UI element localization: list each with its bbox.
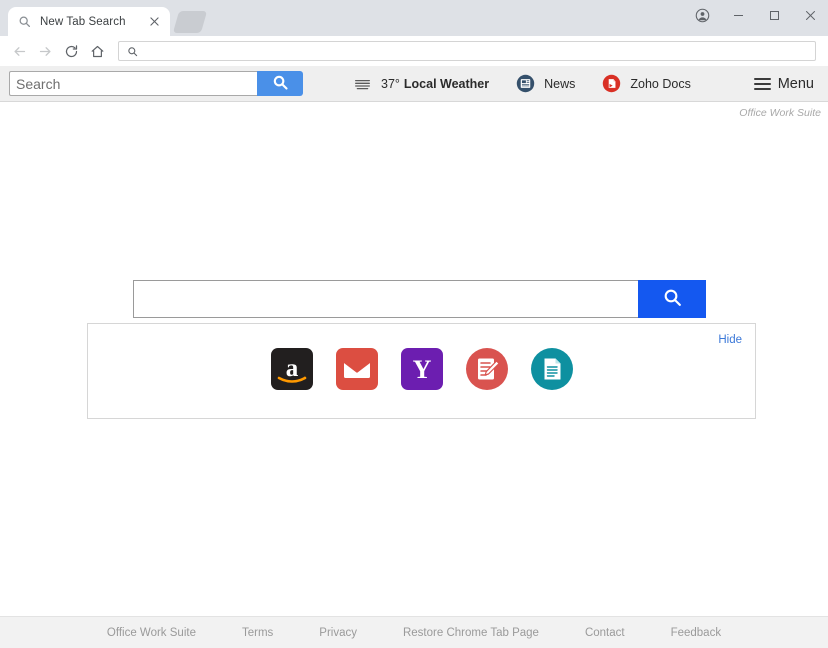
navigation-toolbar bbox=[0, 36, 828, 66]
news-icon bbox=[515, 74, 535, 94]
footer-link-terms[interactable]: Terms bbox=[219, 627, 296, 639]
maximize-icon[interactable] bbox=[756, 0, 792, 30]
hamburger-menu-icon bbox=[753, 75, 771, 92]
zoho-docs-icon bbox=[601, 74, 621, 94]
profile-icon[interactable] bbox=[684, 0, 720, 30]
toolbar-menu-label: Menu bbox=[777, 75, 814, 92]
back-arrow-icon[interactable] bbox=[6, 38, 32, 64]
browser-tab-new-tab-search[interactable]: New Tab Search bbox=[8, 7, 170, 36]
search-icon bbox=[662, 287, 683, 311]
page-footer: Office Work Suite Terms Privacy Restore … bbox=[0, 616, 828, 648]
search-icon bbox=[125, 46, 139, 57]
toolbar-link-news[interactable]: News bbox=[502, 66, 588, 102]
extension-toolbar: 37° Local Weather News bbox=[0, 66, 828, 102]
home-icon[interactable] bbox=[84, 38, 110, 64]
new-tab-page: Office Work Suite Hide a Y Office Work S… bbox=[0, 102, 828, 648]
toolbar-link-local-weather[interactable]: 37° Local Weather bbox=[339, 66, 502, 102]
shortcut-yahoo[interactable]: Y bbox=[400, 347, 443, 395]
svg-text:a: a bbox=[285, 355, 298, 382]
footer-link-feedback[interactable]: Feedback bbox=[648, 627, 745, 639]
shortcut-notepad[interactable] bbox=[465, 347, 508, 395]
forward-arrow-icon[interactable] bbox=[32, 38, 58, 64]
close-icon[interactable] bbox=[146, 14, 162, 30]
yahoo-icon: Y bbox=[400, 347, 443, 395]
shortcuts-row: a Y bbox=[88, 347, 755, 395]
new-tab-icon[interactable] bbox=[172, 11, 208, 33]
amazon-icon: a bbox=[270, 347, 313, 395]
minimize-icon[interactable] bbox=[720, 0, 756, 30]
window-controls bbox=[684, 0, 828, 30]
toolbar-link-label: Zoho Docs bbox=[630, 76, 691, 91]
shortcut-documents[interactable] bbox=[530, 347, 573, 395]
toolbar-search-input[interactable] bbox=[9, 71, 257, 96]
toolbar-search-button[interactable] bbox=[257, 71, 303, 96]
weather-temperature: 37° bbox=[381, 76, 400, 91]
toolbar-link-label: Local Weather bbox=[403, 76, 490, 91]
footer-link-office-work-suite[interactable]: Office Work Suite bbox=[84, 627, 219, 639]
close-icon[interactable] bbox=[792, 0, 828, 30]
reload-icon[interactable] bbox=[58, 38, 84, 64]
toolbar-menu-button[interactable]: Menu bbox=[753, 75, 814, 92]
hide-shortcuts-link[interactable]: Hide bbox=[718, 334, 742, 346]
red-notepad-icon bbox=[465, 347, 508, 395]
address-bar[interactable] bbox=[118, 41, 816, 61]
footer-link-privacy[interactable]: Privacy bbox=[296, 627, 380, 639]
tab-strip: New Tab Search bbox=[0, 0, 828, 36]
teal-document-icon bbox=[530, 347, 573, 395]
tab-title: New Tab Search bbox=[40, 15, 126, 28]
toolbar-search-group bbox=[9, 71, 303, 96]
main-search-group bbox=[133, 280, 706, 318]
shortcuts-panel: Hide a Y bbox=[87, 323, 756, 419]
search-icon bbox=[16, 14, 32, 30]
search-icon bbox=[272, 74, 289, 94]
browser-window: New Tab Search Search 37° Local Weather … bbox=[0, 0, 828, 648]
gmail-icon bbox=[335, 347, 378, 395]
main-search-input[interactable] bbox=[133, 280, 638, 318]
main-search-button[interactable] bbox=[638, 280, 706, 318]
svg-text:Y: Y bbox=[412, 355, 431, 384]
toolbar-link-zoho-docs[interactable]: Zoho Docs bbox=[588, 66, 703, 102]
page-brand-label: Office Work Suite bbox=[739, 107, 821, 119]
shortcut-amazon[interactable]: a bbox=[270, 347, 313, 395]
toolbar-links: 37° Local Weather News Zoho Docs bbox=[339, 66, 704, 102]
footer-link-contact[interactable]: Contact bbox=[562, 627, 648, 639]
toolbar-link-label: News bbox=[544, 76, 576, 91]
weather-icon bbox=[352, 74, 372, 94]
footer-link-restore-chrome-tab-page[interactable]: Restore Chrome Tab Page bbox=[380, 627, 562, 639]
shortcut-gmail[interactable] bbox=[335, 347, 378, 395]
